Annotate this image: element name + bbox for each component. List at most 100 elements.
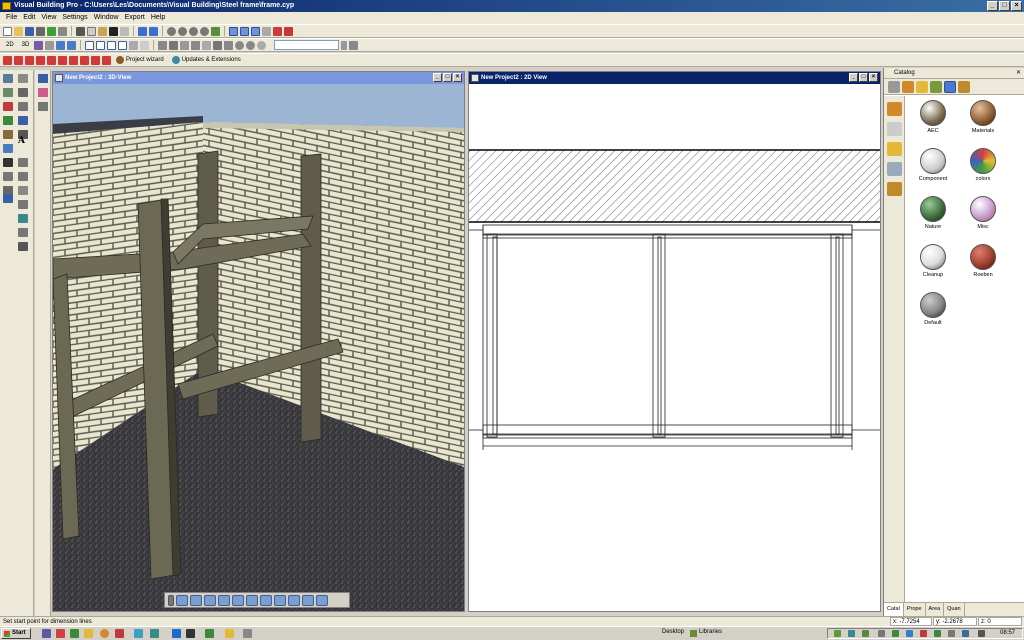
tray-icon-4[interactable] bbox=[878, 630, 885, 637]
catalog-item-materials[interactable]: Materials bbox=[958, 100, 1008, 134]
paste-icon[interactable] bbox=[98, 26, 107, 36]
marker-icon[interactable] bbox=[273, 26, 282, 36]
catalog-folder-icon[interactable] bbox=[902, 81, 914, 93]
view-3d-maximize[interactable]: □ bbox=[443, 73, 452, 82]
view-2d-maximize[interactable]: □ bbox=[859, 73, 868, 82]
updates-button[interactable]: Updates & Extensions bbox=[169, 56, 244, 64]
catalog-item-misc[interactable]: Misc bbox=[958, 196, 1008, 230]
taskbar-app-6-icon[interactable] bbox=[115, 629, 124, 638]
catalog-settings-icon[interactable] bbox=[958, 81, 970, 93]
catalog-side-object-icon[interactable] bbox=[886, 122, 902, 136]
roof-icon[interactable] bbox=[3, 130, 13, 139]
catalog-item-component[interactable]: Component bbox=[908, 148, 958, 182]
nav-rotate-left-icon[interactable] bbox=[288, 594, 300, 606]
menu-help[interactable]: Help bbox=[151, 12, 165, 24]
catalog-view-icon[interactable] bbox=[944, 81, 956, 93]
taskbar-app-4-icon[interactable] bbox=[84, 629, 93, 638]
tab-catalog[interactable]: Catal bbox=[884, 603, 904, 616]
network-icon[interactable] bbox=[962, 630, 969, 637]
view-3d-close[interactable]: × bbox=[453, 73, 462, 82]
tab-quantities[interactable]: Quan bbox=[944, 603, 965, 616]
viewport-2d[interactable] bbox=[469, 84, 880, 611]
layout-2-icon[interactable] bbox=[96, 40, 106, 50]
tray-icon-6[interactable] bbox=[906, 630, 913, 637]
tool-h-icon[interactable] bbox=[235, 40, 245, 50]
tray-icon-5[interactable] bbox=[892, 630, 899, 637]
save-icon[interactable] bbox=[25, 26, 34, 36]
copy-icon[interactable] bbox=[87, 26, 96, 36]
tool-j-icon[interactable] bbox=[257, 40, 267, 50]
tool-b-icon[interactable] bbox=[169, 40, 179, 50]
taskbar-app-1-icon[interactable] bbox=[42, 629, 51, 638]
taskbar-app-12-icon[interactable] bbox=[225, 629, 234, 638]
tool-s-icon[interactable] bbox=[91, 55, 100, 65]
maximize-button[interactable]: □ bbox=[999, 1, 1010, 11]
taskbar-app-10-icon[interactable] bbox=[186, 629, 195, 638]
grid-icon[interactable] bbox=[229, 26, 238, 36]
tray-icon-3[interactable] bbox=[862, 630, 869, 637]
layer-settings-icon[interactable] bbox=[349, 40, 359, 50]
delete-icon[interactable] bbox=[109, 26, 118, 36]
group-icon[interactable] bbox=[140, 40, 150, 50]
zoom-out-icon[interactable] bbox=[189, 26, 198, 36]
slab-icon[interactable] bbox=[3, 88, 13, 97]
tool-m-icon[interactable] bbox=[25, 55, 34, 65]
object-panel-icon[interactable] bbox=[38, 102, 48, 111]
taskbar-desktop[interactable]: Desktop bbox=[662, 629, 684, 635]
tab-area[interactable]: Area bbox=[926, 603, 945, 616]
taskbar-firefox-icon[interactable] bbox=[100, 629, 109, 638]
select-icon[interactable] bbox=[18, 88, 28, 97]
tool-c-icon[interactable] bbox=[180, 40, 190, 50]
new-file-icon[interactable] bbox=[3, 26, 12, 36]
catalog-item-cleanup[interactable]: Cleanup bbox=[908, 244, 958, 278]
object-icon[interactable] bbox=[18, 228, 28, 237]
tool-p-icon[interactable] bbox=[58, 55, 67, 65]
dimension-icon[interactable] bbox=[18, 116, 28, 125]
menu-settings[interactable]: Settings bbox=[62, 12, 87, 24]
taskbar-app-7-icon[interactable] bbox=[134, 629, 143, 638]
nav-right-icon[interactable] bbox=[274, 594, 286, 606]
text-icon[interactable]: A bbox=[18, 136, 28, 146]
zoom-in-icon[interactable] bbox=[178, 26, 187, 36]
chevron-down-icon[interactable] bbox=[341, 40, 348, 50]
tool-d-icon[interactable] bbox=[191, 40, 201, 50]
tool-k-icon[interactable] bbox=[3, 55, 12, 65]
catalog-new-icon[interactable] bbox=[930, 81, 942, 93]
undo-icon[interactable] bbox=[138, 26, 147, 36]
view-3d-minimize[interactable]: _ bbox=[433, 73, 442, 82]
nav-up-icon[interactable] bbox=[204, 594, 216, 606]
door-icon[interactable] bbox=[3, 102, 13, 111]
catalog-item-colors[interactable]: colors bbox=[958, 148, 1008, 182]
start-button[interactable]: Start bbox=[1, 628, 31, 639]
tool-f-icon[interactable] bbox=[213, 40, 223, 50]
nav-back-icon[interactable] bbox=[246, 594, 258, 606]
taskbar-app-3-icon[interactable] bbox=[70, 629, 79, 638]
render-icon[interactable] bbox=[34, 40, 44, 50]
properties-icon[interactable] bbox=[120, 26, 129, 36]
taskbar-app-13-icon[interactable] bbox=[243, 629, 252, 638]
wall-icon[interactable] bbox=[3, 74, 13, 83]
tool-l-icon[interactable] bbox=[14, 55, 23, 65]
catalog-side-tree-icon[interactable] bbox=[886, 162, 902, 176]
export-icon[interactable] bbox=[58, 26, 67, 36]
column-icon[interactable] bbox=[18, 74, 28, 83]
project-wizard-button[interactable]: Project wizard bbox=[113, 56, 167, 64]
nav-rotate-right-icon[interactable] bbox=[302, 594, 314, 606]
hatch-icon[interactable] bbox=[18, 158, 28, 167]
tool-i-icon[interactable] bbox=[246, 40, 256, 50]
catalog-side-user-icon[interactable] bbox=[886, 182, 902, 196]
nav-down-icon[interactable] bbox=[218, 594, 230, 606]
zoom-window-icon[interactable] bbox=[200, 26, 209, 36]
layers-icon[interactable] bbox=[129, 40, 139, 50]
layout-3-icon[interactable] bbox=[107, 40, 117, 50]
taskbar-libraries[interactable]: Libraries bbox=[699, 629, 722, 635]
minimize-button[interactable]: _ bbox=[987, 1, 998, 11]
tray-icon-2[interactable] bbox=[848, 630, 855, 637]
view-3d-button[interactable]: 3D bbox=[19, 42, 33, 48]
print-icon[interactable] bbox=[36, 26, 45, 36]
tray-icon-9[interactable] bbox=[948, 630, 955, 637]
menu-file[interactable]: File bbox=[6, 12, 17, 24]
camera-icon[interactable] bbox=[56, 40, 66, 50]
open-folder-icon[interactable] bbox=[14, 26, 23, 36]
cut-icon[interactable] bbox=[76, 26, 85, 36]
